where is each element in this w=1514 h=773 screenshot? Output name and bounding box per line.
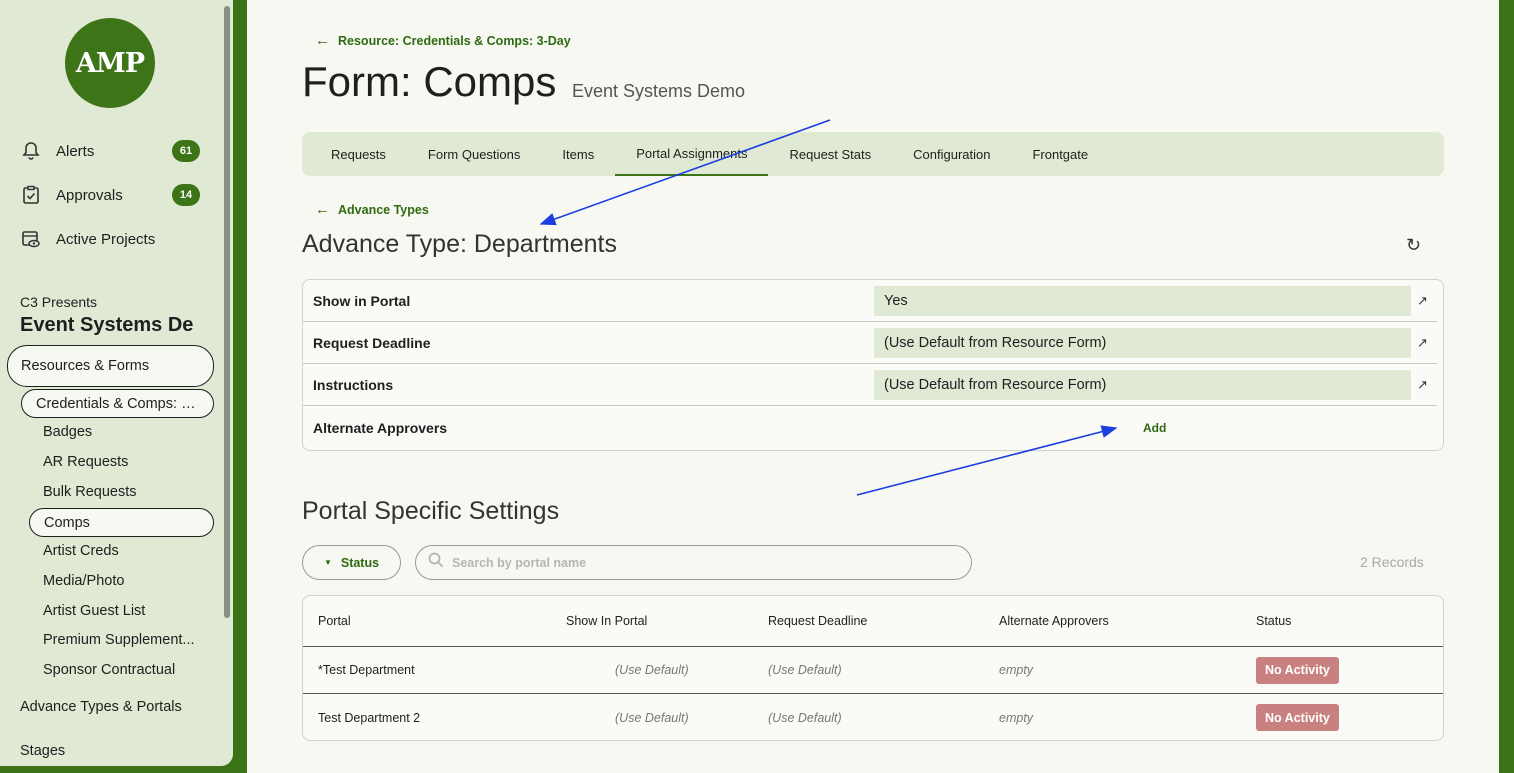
setting-instructions: Instructions (Use Default from Resource … [303,364,1437,406]
back-to-resource-link[interactable]: ← Resource: Credentials & Comps: 3-Day [315,32,571,49]
sidebar-scrollbar[interactable] [224,6,230,618]
amp-logo[interactable]: AMP [65,18,155,108]
search-input[interactable] [452,555,932,570]
status-badge: No Activity [1256,704,1339,731]
nav-form-artist-guest-list[interactable]: Artist Guest List [43,603,201,619]
edit-icon[interactable]: ↗ [1417,335,1428,351]
setting-request-deadline: Request Deadline (Use Default from Resou… [303,322,1437,364]
portal-settings-title: Portal Specific Settings [302,497,560,525]
bell-icon [20,140,42,162]
project-name[interactable]: Event Systems De [20,314,205,337]
tab-items[interactable]: Items [541,132,615,176]
setting-show-in-portal: Show in Portal Yes ↗ [303,280,1437,322]
tab-configuration[interactable]: Configuration [892,132,1011,176]
nav-form-sponsor-contractual[interactable]: Sponsor Contractual [43,662,201,678]
status-badge: No Activity [1256,656,1339,684]
page-subtitle: Event Systems Demo [572,81,746,101]
nav-stages[interactable]: Stages [20,743,65,759]
instructions-value[interactable]: (Use Default from Resource Form) [874,369,1411,400]
add-approver-button[interactable]: Add [1143,421,1166,435]
setting-alternate-approvers: Alternate Approvers Add [313,420,1167,436]
form-tabs: Requests Form Questions Items Portal Ass… [302,132,1444,176]
tab-requests[interactable]: Requests [310,132,407,176]
refresh-icon[interactable]: ↻ [1406,235,1421,256]
org-name: C3 Presents [20,294,98,310]
alerts-count-badge: 61 [172,140,200,162]
tab-request-stats[interactable]: Request Stats [768,132,892,176]
status-filter-button[interactable]: ▼ Status [302,545,401,580]
tab-portal-assignments[interactable]: Portal Assignments [615,132,769,176]
nav-approvals-label: Approvals [56,186,123,204]
back-to-advance-types-link[interactable]: ← Advance Types [315,201,429,218]
show-in-portal-value[interactable]: Yes [874,285,1411,316]
nav-form-badges[interactable]: Badges [43,424,201,440]
nav-advance-types-portals[interactable]: Advance Types & Portals [20,699,182,715]
nav-alerts[interactable]: Alerts 61 [20,138,200,164]
approvals-count-badge: 14 [172,184,200,206]
nav-form-comps[interactable]: Comps [29,508,214,537]
nav-form-artist-creds[interactable]: Artist Creds [43,543,201,559]
page-title: Form: Comps [302,58,557,105]
nav-form-premium-supplement[interactable]: Premium Supplement... [43,632,201,648]
nav-active-projects-label: Active Projects [56,230,156,248]
nav-current-resource[interactable]: Credentials & Comps: 3-Day [21,389,214,418]
arrow-left-icon: ← [315,201,330,218]
clipboard-check-icon [20,184,42,206]
record-count: 2 Records [1360,554,1424,570]
main-panel: ← Resource: Credentials & Comps: 3-Day F… [247,0,1499,773]
nav-form-bulk-requests[interactable]: Bulk Requests [43,484,201,500]
request-deadline-value[interactable]: (Use Default from Resource Form) [874,327,1411,358]
table-header: Portal Show In Portal Request Deadline A… [303,596,1443,647]
nav-alerts-label: Alerts [56,142,95,160]
tab-frontgate[interactable]: Frontgate [1011,132,1109,176]
advance-type-title: Advance Type: Departments [302,230,617,258]
nav-form-ar-requests[interactable]: AR Requests [43,454,201,470]
nav-active-projects[interactable]: Active Projects [20,226,200,252]
nav-form-media-photo[interactable]: Media/Photo [43,573,201,589]
search-icon [428,552,444,573]
table-row[interactable]: *Test Department (Use Default) (Use Defa… [303,647,1443,694]
edit-icon[interactable]: ↗ [1417,377,1428,393]
calendar-eye-icon [20,228,42,250]
caret-down-icon: ▼ [323,558,332,567]
sidebar: AMP Alerts 61 Approvals 14 Active Projec… [0,0,233,766]
table-row[interactable]: Test Department 2 (Use Default) (Use Def… [303,694,1443,740]
tab-form-questions[interactable]: Form Questions [407,132,541,176]
portal-search [415,545,972,580]
portal-table: Portal Show In Portal Request Deadline A… [302,595,1444,741]
nav-resources-forms[interactable]: Resources & Forms [7,345,214,387]
edit-icon[interactable]: ↗ [1417,293,1428,309]
nav-approvals[interactable]: Approvals 14 [20,182,200,208]
arrow-left-icon: ← [315,32,330,49]
advance-type-settings: Show in Portal Yes ↗ Request Deadline (U… [302,279,1444,451]
